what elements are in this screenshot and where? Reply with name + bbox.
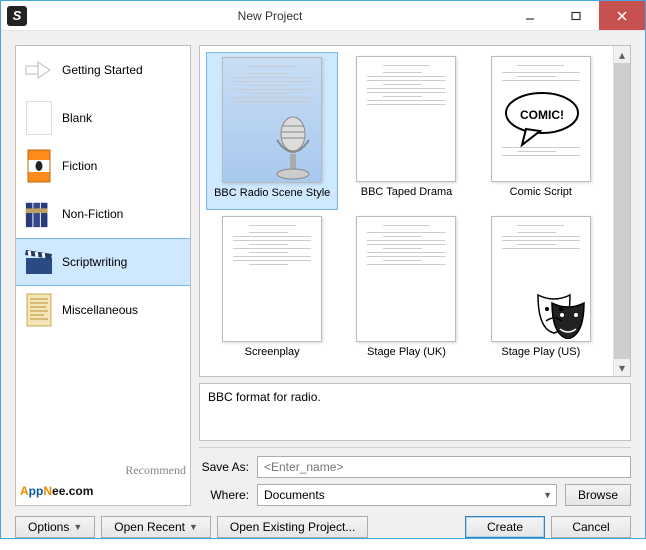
- template-label: Screenplay: [245, 346, 300, 358]
- save-as-label: Save As:: [199, 460, 249, 474]
- open-recent-button[interactable]: Open Recent▼: [101, 516, 211, 538]
- template-thumbnail: COMIC!: [491, 56, 591, 182]
- chevron-down-icon: ▼: [189, 522, 198, 532]
- sidebar-item-fiction[interactable]: Fiction: [16, 142, 190, 190]
- template-stage-us[interactable]: Stage Play (US): [475, 212, 607, 370]
- scroll-down-icon[interactable]: ▾: [614, 359, 630, 376]
- new-project-window: S New Project Getting Started Blank: [0, 0, 646, 539]
- clapperboard-icon: [24, 245, 54, 279]
- minimize-button[interactable]: [507, 1, 553, 30]
- template-label: BBC Taped Drama: [361, 186, 453, 198]
- app-icon: S: [7, 6, 27, 26]
- chevron-down-icon: ▼: [543, 490, 552, 500]
- sidebar-item-label: Fiction: [62, 159, 97, 173]
- template-bbc-taped[interactable]: BBC Taped Drama: [340, 52, 472, 210]
- penguin-book-icon: [24, 149, 54, 183]
- template-thumbnail: [222, 216, 322, 342]
- scroll-thumb[interactable]: [614, 63, 630, 359]
- cancel-button[interactable]: Cancel: [551, 516, 631, 538]
- sidebar-item-miscellaneous[interactable]: Miscellaneous: [16, 286, 190, 334]
- sidebar-item-label: Non-Fiction: [62, 207, 123, 221]
- template-label: Stage Play (UK): [367, 346, 446, 358]
- sidebar-item-blank[interactable]: Blank: [16, 94, 190, 142]
- sidebar-item-non-fiction[interactable]: Non-Fiction: [16, 190, 190, 238]
- template-thumbnail: [356, 56, 456, 182]
- template-label: BBC Radio Scene Style: [214, 187, 330, 199]
- parchment-icon: [24, 293, 54, 327]
- speech-bubble-icon: COMIC!: [502, 91, 582, 147]
- options-button[interactable]: Options▼: [15, 516, 95, 538]
- template-thumbnail: [356, 216, 456, 342]
- sidebar-item-scriptwriting[interactable]: Scriptwriting: [16, 238, 190, 286]
- template-thumbnail: [222, 57, 322, 183]
- close-button[interactable]: [599, 1, 645, 30]
- theater-masks-icon: [532, 289, 588, 339]
- sidebar-item-getting-started[interactable]: Getting Started: [16, 46, 190, 94]
- arrow-right-icon: [24, 53, 54, 87]
- maximize-button[interactable]: [553, 1, 599, 30]
- template-thumbnail: [491, 216, 591, 342]
- window-title: New Project: [33, 9, 507, 23]
- sidebar-item-label: Blank: [62, 111, 92, 125]
- category-sidebar: Getting Started Blank Fiction Non-F: [15, 45, 191, 506]
- template-gallery: BBC Radio Scene Style BBC Taped Drama CO…: [199, 45, 631, 377]
- books-icon: [24, 197, 54, 231]
- where-label: Where:: [199, 488, 249, 502]
- create-button[interactable]: Create: [465, 516, 545, 538]
- chevron-down-icon: ▼: [73, 522, 82, 532]
- microphone-icon: [267, 114, 319, 182]
- open-existing-button[interactable]: Open Existing Project...: [217, 516, 368, 538]
- template-description: BBC format for radio.: [199, 383, 631, 441]
- where-value: Documents: [264, 488, 325, 502]
- template-screenplay[interactable]: Screenplay: [206, 212, 338, 370]
- template-stage-uk[interactable]: Stage Play (UK): [340, 212, 472, 370]
- gallery-scrollbar[interactable]: ▴ ▾: [613, 46, 630, 376]
- sidebar-item-label: Scriptwriting: [62, 255, 127, 269]
- template-label: Comic Script: [510, 186, 572, 198]
- template-bbc-radio[interactable]: BBC Radio Scene Style: [206, 52, 338, 210]
- svg-text:COMIC!: COMIC!: [520, 108, 564, 122]
- template-comic[interactable]: COMIC! Comic Script: [475, 52, 607, 210]
- template-label: Stage Play (US): [501, 346, 580, 358]
- sidebar-item-label: Getting Started: [62, 63, 143, 77]
- save-as-input[interactable]: [257, 456, 631, 478]
- scroll-up-icon[interactable]: ▴: [614, 46, 630, 63]
- watermark: Recommend AppNee.com: [16, 457, 190, 505]
- titlebar: S New Project: [1, 1, 645, 31]
- blank-page-icon: [24, 101, 54, 135]
- where-select[interactable]: Documents ▼: [257, 484, 557, 506]
- sidebar-item-label: Miscellaneous: [62, 303, 138, 317]
- browse-button[interactable]: Browse: [565, 484, 631, 506]
